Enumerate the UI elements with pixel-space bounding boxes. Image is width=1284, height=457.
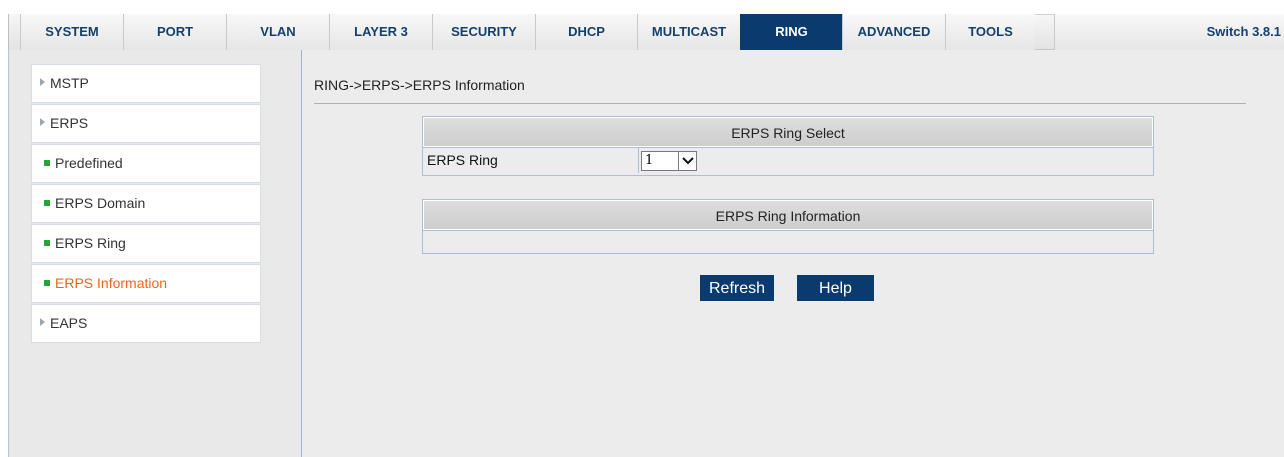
panel-title: ERPS Ring Information — [423, 200, 1153, 230]
panel-title: ERPS Ring Select — [423, 117, 1153, 147]
tab-ring[interactable]: RING — [740, 14, 842, 50]
top-bar: SYSTEM PORT VLAN LAYER 3 SECURITY DHCP M… — [0, 0, 1284, 50]
tab-tools[interactable]: TOOLS — [945, 14, 1035, 50]
sidebar-item-label: EAPS — [50, 315, 88, 331]
sidebar-item-predefined[interactable]: Predefined — [31, 144, 261, 183]
sidebar-item-label: MSTP — [50, 75, 89, 91]
tab-layer3[interactable]: LAYER 3 — [329, 14, 432, 50]
refresh-button[interactable]: Refresh — [700, 275, 774, 301]
bullet-icon — [44, 200, 50, 206]
nav-left-edge — [8, 14, 20, 50]
bullet-icon — [44, 280, 50, 286]
erps-ring-information-body — [423, 230, 1153, 252]
main-content: RING->ERPS->ERPS Information ERPS Ring S… — [302, 50, 1284, 457]
sidebar-item-label: ERPS — [50, 115, 89, 131]
tab-port[interactable]: PORT — [123, 14, 226, 50]
chevron-right-icon — [40, 318, 45, 326]
breadcrumb: RING->ERPS->ERPS Information — [314, 77, 525, 93]
sidebar-item-label: ERPS Information — [55, 275, 168, 291]
version-label: Switch 3.8.1 — [1206, 24, 1281, 39]
chevron-right-icon — [40, 78, 45, 86]
tab-vlan[interactable]: VLAN — [226, 14, 329, 50]
sidebar: MSTP ERPS Predefined ERPS Domain ERPS Ri… — [8, 50, 302, 457]
tab-dhcp[interactable]: DHCP — [535, 14, 637, 50]
sidebar-item-eaps[interactable]: EAPS — [31, 304, 261, 343]
sidebar-item-label: ERPS Domain — [55, 195, 146, 211]
sidebar-item-erps-information[interactable]: ERPS Information — [31, 264, 261, 303]
sidebar-item-erps-domain[interactable]: ERPS Domain — [31, 184, 261, 223]
tab-system[interactable]: SYSTEM — [20, 14, 123, 50]
chevron-down-icon[interactable] — [678, 152, 696, 170]
sidebar-item-erps-ring[interactable]: ERPS Ring — [31, 224, 261, 263]
bullet-icon — [44, 240, 50, 246]
tab-multicast[interactable]: MULTICAST — [637, 14, 740, 50]
erps-ring-information-panel: ERPS Ring Information — [422, 199, 1154, 254]
bullet-icon — [44, 160, 50, 166]
erps-ring-select-panel: ERPS Ring Select ERPS Ring 1 — [422, 116, 1154, 176]
sidebar-item-label: Predefined — [55, 155, 123, 171]
tab-security[interactable]: SECURITY — [432, 14, 535, 50]
sidebar-item-erps[interactable]: ERPS — [31, 104, 261, 143]
sidebar-item-label: ERPS Ring — [55, 235, 126, 251]
sidebar-item-mstp[interactable]: MSTP — [31, 64, 261, 103]
help-button[interactable]: Help — [797, 275, 874, 301]
erps-ring-select[interactable]: 1 — [641, 151, 697, 171]
erps-ring-row: ERPS Ring 1 — [423, 147, 1153, 173]
erps-ring-label: ERPS Ring — [423, 148, 639, 173]
tab-advanced[interactable]: ADVANCED — [842, 14, 945, 50]
chevron-right-icon — [40, 118, 45, 126]
erps-ring-select-value: 1 — [645, 153, 654, 168]
divider — [314, 103, 1246, 104]
